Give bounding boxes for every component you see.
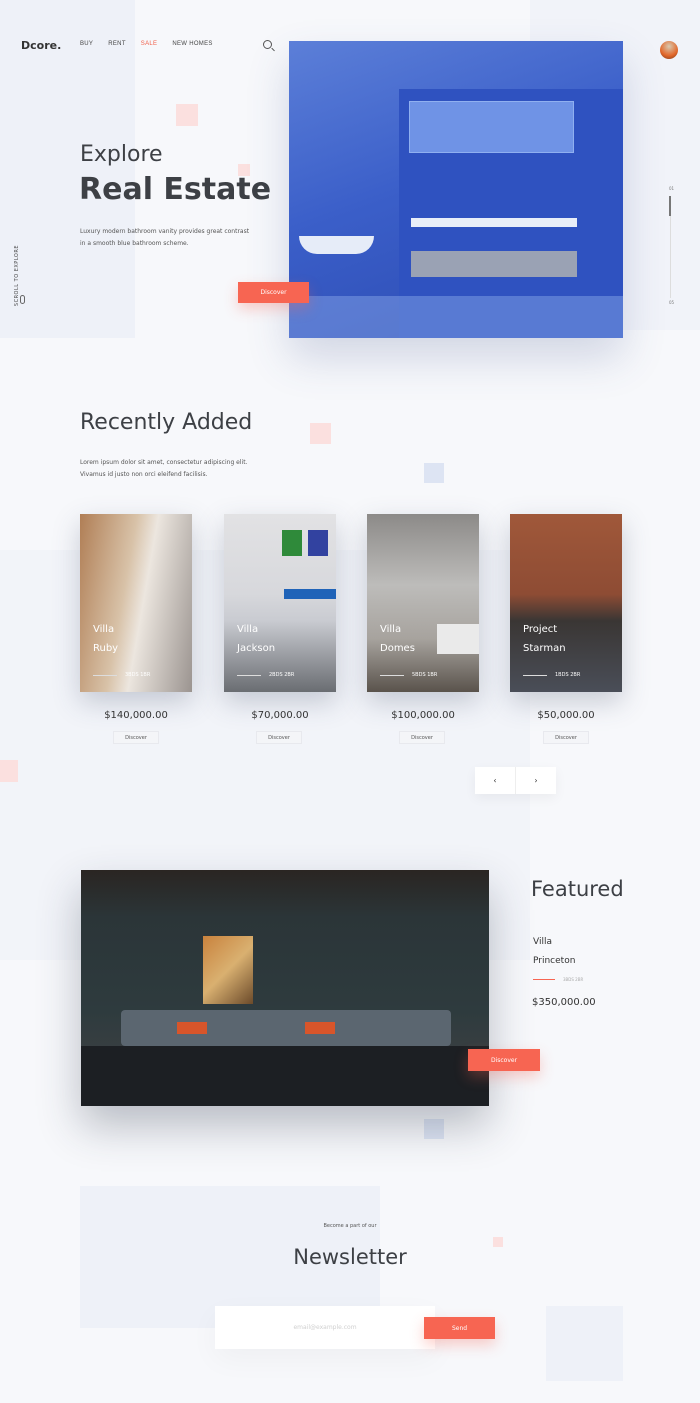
divider [93, 674, 117, 676]
featured-name: Princeton [533, 956, 576, 966]
card-name: Jackson [237, 643, 276, 654]
nav-sale[interactable]: SALE [141, 41, 158, 47]
art [308, 530, 328, 556]
bathtub [437, 624, 479, 654]
email-input[interactable] [215, 1316, 435, 1338]
hero-description: Luxury modern bathroom vanity provides g… [80, 228, 250, 247]
property-card[interactable]: Project Starman 1BDS 2BR [510, 514, 622, 692]
pillows [284, 589, 336, 599]
card-name: Villa [93, 624, 115, 635]
deco-square [176, 104, 198, 126]
divider [380, 674, 404, 676]
card-meta: 1BDS 2BR [555, 672, 581, 678]
hero-discover-button[interactable]: Discover [238, 282, 309, 303]
deco-square [0, 760, 18, 782]
divider [523, 674, 547, 676]
mouse-icon [20, 295, 25, 304]
card-meta: 3BDS 1BR [125, 672, 151, 678]
brand-logo[interactable]: Dcore. [21, 39, 61, 52]
property-card[interactable]: Villa Ruby 3BDS 1BR [80, 514, 192, 692]
bg-panel [546, 1306, 623, 1381]
card-discover-button[interactable]: Discover [113, 731, 159, 744]
property-card[interactable]: Villa Domes 5BDS 1BR [367, 514, 479, 692]
featured-price: $350,000.00 [532, 997, 596, 1008]
card-name: Ruby [93, 643, 119, 654]
card-discover-button[interactable]: Discover [543, 731, 589, 744]
card-name: Villa [237, 624, 259, 635]
avatar[interactable] [660, 41, 678, 59]
vanity [411, 218, 577, 227]
send-button[interactable]: Send [424, 1317, 495, 1339]
hero-title-line2: Real Estate [79, 172, 272, 207]
card-price: $70,000.00 [251, 710, 309, 721]
cabinet [411, 251, 577, 277]
slide-current: 01 [669, 186, 675, 191]
card-meta: 2BDS 2BR [269, 672, 295, 678]
featured-discover-button[interactable]: Discover [468, 1049, 540, 1071]
recent-description: Lorem ipsum dolor sit amet, consectetur … [80, 459, 248, 478]
sofa [121, 1010, 451, 1046]
divider [533, 979, 555, 980]
property-card[interactable]: Villa Jackson 2BDS 2BR [224, 514, 336, 692]
nav-rent[interactable]: RENT [108, 41, 126, 47]
carousel-pager: ‹ › [475, 767, 556, 794]
hero-image [289, 41, 623, 338]
featured-title: Featured [531, 877, 624, 901]
newsletter-title: Newsletter [293, 1245, 407, 1269]
bathtub [299, 236, 374, 254]
floor [289, 296, 623, 338]
nav-buy[interactable]: BUY [80, 41, 93, 47]
card-name: Villa [380, 624, 402, 635]
slide-total: 05 [669, 300, 675, 305]
recent-title: Recently Added [80, 410, 253, 435]
cushion [177, 1022, 207, 1034]
painting [203, 936, 253, 1004]
card-price: $140,000.00 [104, 710, 168, 721]
card-name: Project [523, 624, 558, 635]
deco-square [424, 463, 444, 483]
card-name: Domes [380, 643, 415, 654]
chevron-left-icon[interactable]: ‹ [475, 767, 516, 794]
featured-meta: 3BDS 2BR [563, 977, 584, 982]
card-discover-button[interactable]: Discover [399, 731, 445, 744]
featured-image [81, 870, 489, 1106]
deco-square [310, 423, 331, 444]
nav-new-homes[interactable]: NEW HOMES [172, 41, 212, 47]
slide-thumb[interactable] [669, 196, 671, 216]
card-discover-button[interactable]: Discover [256, 731, 302, 744]
floor [81, 1046, 489, 1106]
card-name: Starman [523, 643, 566, 654]
featured-name: Villa [533, 937, 552, 947]
art [282, 530, 302, 556]
deco-square [424, 1119, 444, 1139]
card-price: $50,000.00 [537, 710, 595, 721]
chevron-right-icon[interactable]: › [516, 767, 556, 794]
divider [237, 674, 261, 676]
search-icon[interactable] [263, 40, 272, 49]
card-meta: 5BDS 1BR [412, 672, 438, 678]
cushion [305, 1022, 335, 1034]
main-nav: BUY RENT SALE NEW HOMES [80, 41, 213, 47]
card-price: $100,000.00 [391, 710, 455, 721]
mirror [409, 101, 574, 153]
newsletter-subtitle: Become a part of our [323, 1223, 377, 1229]
hero-title-line1: Explore [80, 142, 163, 167]
